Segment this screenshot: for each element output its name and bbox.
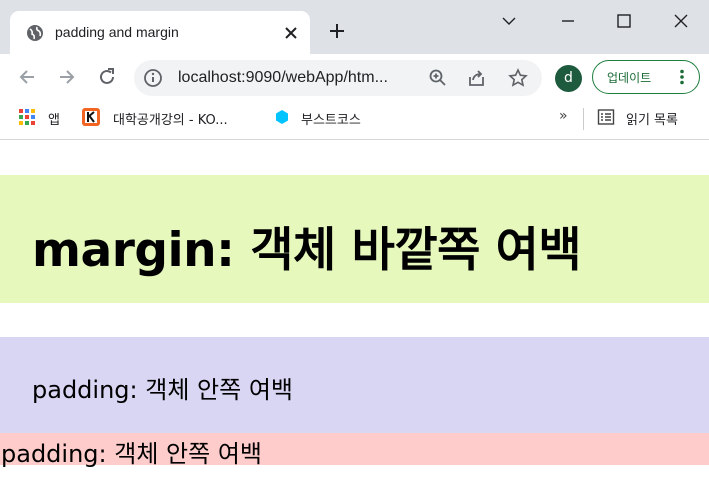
margin-heading: margin: 객체 바깥쪽 여백 [32,223,582,278]
tab-strip: padding and margin [0,0,709,54]
boostcourse-icon [276,110,288,124]
zoom-icon[interactable] [428,68,448,88]
bookmark-star-icon[interactable] [508,68,528,88]
forward-arrow-icon[interactable] [56,66,78,88]
padding-text-padded: padding: 객체 안쪽 여백 [32,376,293,404]
bookmarks-bar: 앱 대학공개강의 - KO... 부스트코스 » 읽기 목록 [0,100,709,140]
bookmark-kocw[interactable]: 대학공개강의 - KO... [82,107,262,129]
update-button-label: 업데이트 [607,71,652,85]
bookmark-kocw-label: 대학공개강의 - KO... [113,113,228,128]
bookmark-boostcourse-label: 부스트코스 [301,113,361,128]
kocw-icon [82,108,100,126]
padding-demo-block: padding: 객체 안쪽 여백 [0,337,709,433]
no-padding-demo-block: padding: 객체 안쪽 여백 [0,433,709,468]
reload-icon[interactable] [96,66,118,88]
tab-search-chevron-icon[interactable] [498,10,520,32]
tab-title: padding and margin [55,24,179,40]
update-button[interactable]: 업데이트 [592,60,700,94]
share-icon[interactable] [467,68,487,88]
back-arrow-icon[interactable] [16,66,38,88]
bookmark-apps[interactable]: 앱 [18,107,68,129]
profile-avatar[interactable]: d [555,65,582,92]
bookmarks-divider [583,108,584,130]
site-info-icon[interactable] [142,67,164,89]
margin-demo-block: margin: 객체 바깥쪽 여백 [0,175,709,303]
reading-list-button[interactable]: 읽기 목록 [597,107,697,129]
globe-icon [27,25,43,41]
apps-grid-icon [19,109,35,125]
close-window-icon[interactable] [670,10,692,32]
reading-list-label: 읽기 목록 [626,113,678,128]
url-text[interactable]: localhost:9090/webApp/htm... [178,69,388,87]
maximize-icon[interactable] [613,10,635,32]
minimize-icon[interactable] [557,10,579,32]
kebab-menu-icon[interactable] [679,69,685,85]
bookmark-apps-label: 앱 [48,113,60,128]
tab-active[interactable]: padding and margin [10,11,310,54]
new-tab-icon[interactable] [327,21,347,41]
reading-list-icon [597,109,615,125]
address-bar[interactable]: localhost:9090/webApp/htm... [134,60,542,96]
bookmarks-overflow-chevron[interactable]: » [559,108,568,124]
close-tab-icon[interactable] [281,23,301,43]
bookmark-boostcourse[interactable]: 부스트코스 [273,107,383,129]
padding-text-unpadded: padding: 객체 안쪽 여백 [1,440,262,468]
page-viewport: margin: 객체 바깥쪽 여백 padding: 객체 안쪽 여백 padd… [0,141,709,501]
browser-toolbar: localhost:9090/webApp/htm... d 업데이트 [0,54,709,100]
